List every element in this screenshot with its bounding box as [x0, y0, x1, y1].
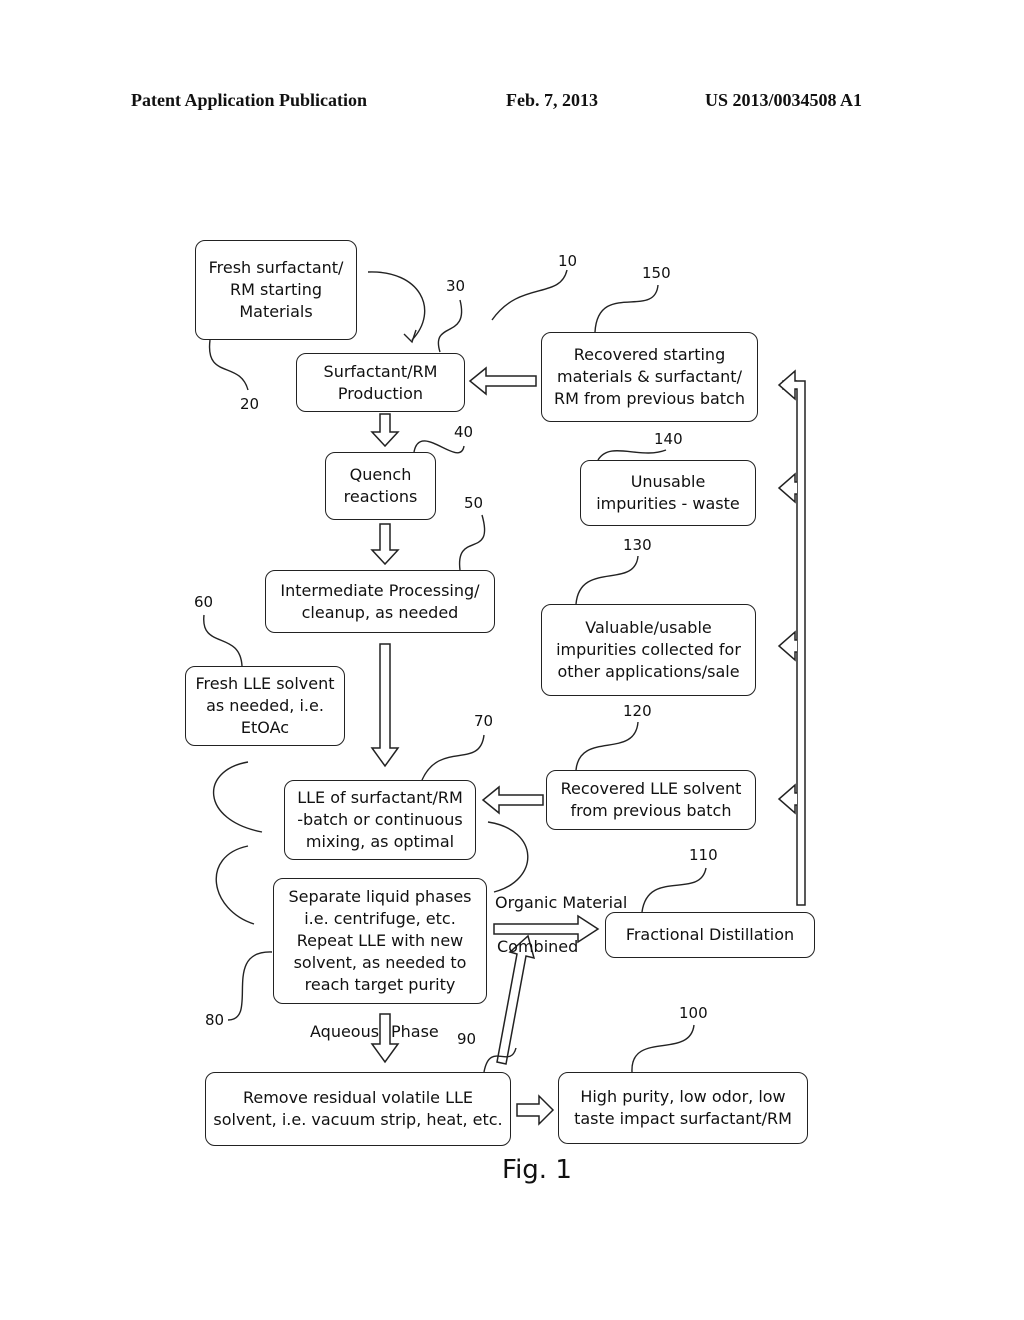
label-phase: Phase	[391, 1022, 439, 1041]
box-recovered-starting: Recovered starting materials & surfactan…	[541, 332, 758, 422]
ref-50: 50	[464, 494, 484, 512]
leader-20	[208, 339, 249, 391]
label-aqueous: Aqueous	[310, 1022, 380, 1041]
box-lle: LLE of surfactant/RM -batch or continuou…	[284, 780, 476, 860]
curve-fresh-lle-2	[215, 845, 255, 925]
box-fresh-surfactant: Fresh surfactant/ RM starting Materials	[195, 240, 357, 340]
ref-100: 100	[679, 1004, 708, 1022]
box-surfactant-production: Surfactant/RM Production	[296, 353, 465, 412]
figure-caption: Fig. 1	[502, 1155, 572, 1185]
ref-90: 90	[457, 1030, 477, 1048]
arrow-to-recovered-lle	[777, 783, 797, 815]
box-recovered-lle: Recovered LLE solvent from previous batc…	[546, 770, 756, 830]
ref-20: 20	[240, 395, 260, 413]
curve-fresh-production	[367, 271, 426, 341]
leader-70	[421, 734, 485, 781]
leader-130	[575, 555, 639, 605]
arrow-quench-intermediate	[370, 523, 400, 566]
ref-120: 120	[623, 702, 652, 720]
ref-110: 110	[689, 846, 718, 864]
box-separate-phases: Separate liquid phases i.e. centrifuge, …	[273, 878, 487, 1004]
arrow-to-unusable	[777, 472, 797, 504]
ref-60: 60	[194, 593, 214, 611]
arrow-recovered-production	[468, 366, 537, 396]
box-high-purity: High purity, low odor, low taste impact …	[558, 1072, 808, 1144]
arrow-to-recovered-starting	[777, 369, 797, 401]
box-remove-residual: Remove residual volatile LLE solvent, i.…	[205, 1072, 511, 1146]
leader-140	[597, 449, 667, 461]
leader-120	[575, 721, 639, 771]
connector-layer	[203, 269, 806, 1126]
ref-70: 70	[474, 712, 494, 730]
box-unusable-impurities: Unusable impurities - waste	[580, 460, 756, 526]
arrow-recovered-lle	[481, 785, 544, 815]
label-organic-material: Organic Material	[495, 893, 628, 912]
leader-150	[594, 284, 659, 333]
leader-40	[413, 440, 465, 454]
ref-80: 80	[205, 1011, 225, 1029]
leader-30	[437, 299, 463, 353]
ref-150: 150	[642, 264, 671, 282]
arrow-remove-highpurity	[516, 1094, 555, 1126]
leader-100	[631, 1024, 695, 1073]
box-quench-reactions: Quench reactions	[325, 452, 436, 520]
curve-fresh-lle-1	[212, 761, 263, 833]
ref-140: 140	[654, 430, 683, 448]
curve-organic-return	[487, 821, 529, 893]
arrow-intermediate-lle	[370, 643, 400, 768]
box-fractional-distillation: Fractional Distillation	[605, 912, 815, 958]
ref-10: 10	[558, 252, 578, 270]
box-intermediate-processing: Intermediate Processing/ cleanup, as nee…	[265, 570, 495, 633]
ref-130: 130	[623, 536, 652, 554]
label-combined: Combined	[497, 937, 579, 956]
ref-40: 40	[454, 423, 474, 441]
leader-80	[227, 951, 273, 1021]
curve-ref10	[491, 269, 568, 321]
leader-60	[203, 614, 243, 667]
arrow-production-quench	[370, 413, 400, 448]
arrow-to-valuable	[777, 630, 797, 662]
box-valuable-impurities: Valuable/usable impurities collected for…	[541, 604, 756, 696]
leader-110	[641, 867, 707, 913]
box-fresh-lle-solvent: Fresh LLE solvent as needed, i.e. EtOAc	[185, 666, 345, 746]
ref-30: 30	[446, 277, 466, 295]
leader-50	[458, 514, 486, 571]
